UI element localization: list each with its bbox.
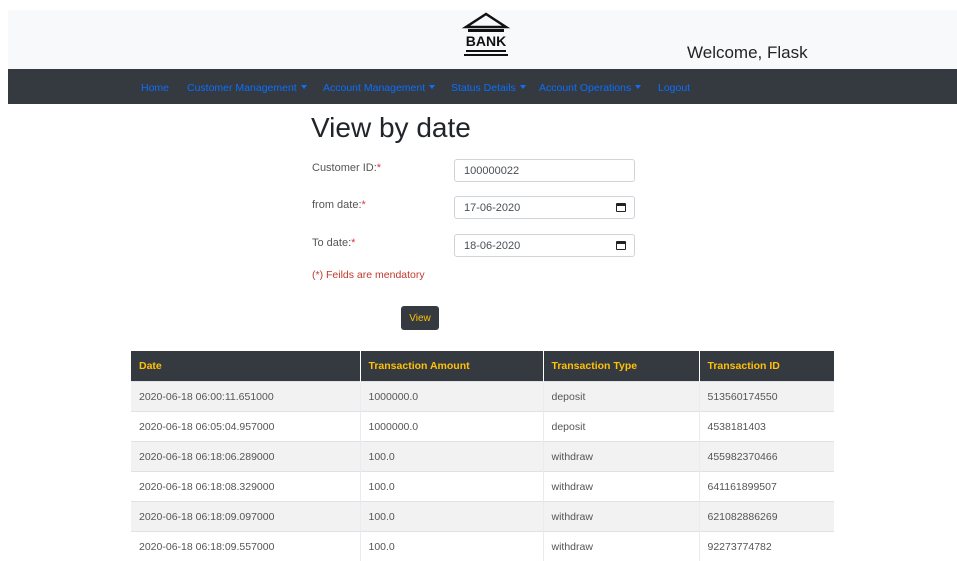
table-header-row: Date Transaction Amount Transaction Type… — [131, 351, 834, 382]
mandatory-note: (*) Feilds are mendatory — [312, 269, 425, 281]
cell-type: deposit — [543, 382, 699, 412]
nav-account-management-label: Account Management — [323, 82, 425, 94]
cell-amount: 1000000.0 — [360, 382, 543, 412]
table-row: 2020-06-18 06:18:06.289000 100.0 withdra… — [131, 442, 834, 472]
calendar-icon[interactable] — [616, 203, 626, 212]
column-header-date: Date — [131, 351, 360, 382]
bank-building-icon: BANK — [461, 12, 511, 64]
nav-logout[interactable]: Logout — [658, 69, 690, 104]
cell-date: 2020-06-18 06:18:09.557000 — [131, 532, 360, 561]
page-title: View by date — [311, 112, 471, 144]
cell-id: 455982370466 — [699, 442, 834, 472]
table-row: 2020-06-18 06:18:08.329000 100.0 withdra… — [131, 472, 834, 502]
nav-account-operations[interactable]: Account Operations — [539, 69, 641, 104]
to-date-label-text: To date: — [312, 237, 351, 249]
cell-amount: 100.0 — [360, 472, 543, 502]
column-header-amount: Transaction Amount — [360, 351, 543, 382]
cell-amount: 100.0 — [360, 532, 543, 561]
from-date-label-text: from date: — [312, 199, 362, 211]
from-date-value: 17-06-2020 — [464, 202, 520, 214]
required-marker: * — [377, 162, 381, 174]
bank-logo[interactable]: BANK — [461, 12, 511, 64]
nav-account-management[interactable]: Account Management — [323, 69, 435, 104]
caret-down-icon — [301, 85, 307, 89]
customer-id-value: 100000022 — [464, 165, 519, 177]
cell-id: 641161899507 — [699, 472, 834, 502]
caret-down-icon — [635, 85, 641, 89]
nav-customer-management-label: Customer Management — [187, 82, 297, 94]
customer-id-input[interactable]: 100000022 — [454, 159, 635, 182]
caret-down-icon — [520, 85, 526, 89]
cell-id: 4538181403 — [699, 412, 834, 442]
nav-logout-label: Logout — [658, 82, 690, 94]
nav-status-details[interactable]: Status Details — [451, 69, 526, 104]
nav-home-label: Home — [141, 82, 169, 94]
cell-amount: 100.0 — [360, 502, 543, 532]
required-marker: * — [362, 199, 366, 211]
cell-date: 2020-06-18 06:00:11.651000 — [131, 382, 360, 412]
cell-date: 2020-06-18 06:18:09.097000 — [131, 502, 360, 532]
column-header-id: Transaction ID — [699, 351, 834, 382]
caret-down-icon — [429, 85, 435, 89]
cell-amount: 100.0 — [360, 442, 543, 472]
to-date-input[interactable]: 18-06-2020 — [454, 234, 635, 257]
nav-customer-management[interactable]: Customer Management — [187, 69, 307, 104]
cell-amount: 1000000.0 — [360, 412, 543, 442]
cell-id: 513560174550 — [699, 382, 834, 412]
cell-date: 2020-06-18 06:05:04.957000 — [131, 412, 360, 442]
cell-id: 621082886269 — [699, 502, 834, 532]
table-row: 2020-06-18 06:05:04.957000 1000000.0 dep… — [131, 412, 834, 442]
view-button[interactable]: View — [401, 306, 439, 330]
calendar-icon[interactable] — [616, 241, 626, 250]
cell-date: 2020-06-18 06:18:08.329000 — [131, 472, 360, 502]
welcome-message: Welcome, Flask — [687, 43, 808, 63]
nav-status-details-label: Status Details — [451, 82, 516, 94]
cell-type: deposit — [543, 412, 699, 442]
to-date-label: To date:* — [312, 237, 355, 249]
cell-type: withdraw — [543, 532, 699, 561]
cell-date: 2020-06-18 06:18:06.289000 — [131, 442, 360, 472]
table-row: 2020-06-18 06:18:09.557000 100.0 withdra… — [131, 532, 834, 561]
column-header-type: Transaction Type — [543, 351, 699, 382]
logo-text: BANK — [466, 33, 506, 49]
required-marker: * — [351, 237, 355, 249]
nav-home[interactable]: Home — [141, 69, 169, 104]
nav-account-operations-label: Account Operations — [539, 82, 631, 94]
table-row: 2020-06-18 06:18:09.097000 100.0 withdra… — [131, 502, 834, 532]
cell-type: withdraw — [543, 502, 699, 532]
cell-id: 92273774782 — [699, 532, 834, 561]
main-navbar: Home Customer Management Account Managem… — [8, 69, 957, 104]
cell-type: withdraw — [543, 472, 699, 502]
customer-id-label-text: Customer ID: — [312, 162, 377, 174]
transactions-table: Date Transaction Amount Transaction Type… — [131, 351, 834, 561]
to-date-value: 18-06-2020 — [464, 240, 520, 252]
from-date-label: from date:* — [312, 199, 366, 211]
cell-type: withdraw — [543, 442, 699, 472]
from-date-input[interactable]: 17-06-2020 — [454, 196, 635, 219]
table-row: 2020-06-18 06:00:11.651000 1000000.0 dep… — [131, 382, 834, 412]
header-bar: BANK Welcome, Flask — [8, 10, 957, 69]
customer-id-label: Customer ID:* — [312, 162, 381, 174]
